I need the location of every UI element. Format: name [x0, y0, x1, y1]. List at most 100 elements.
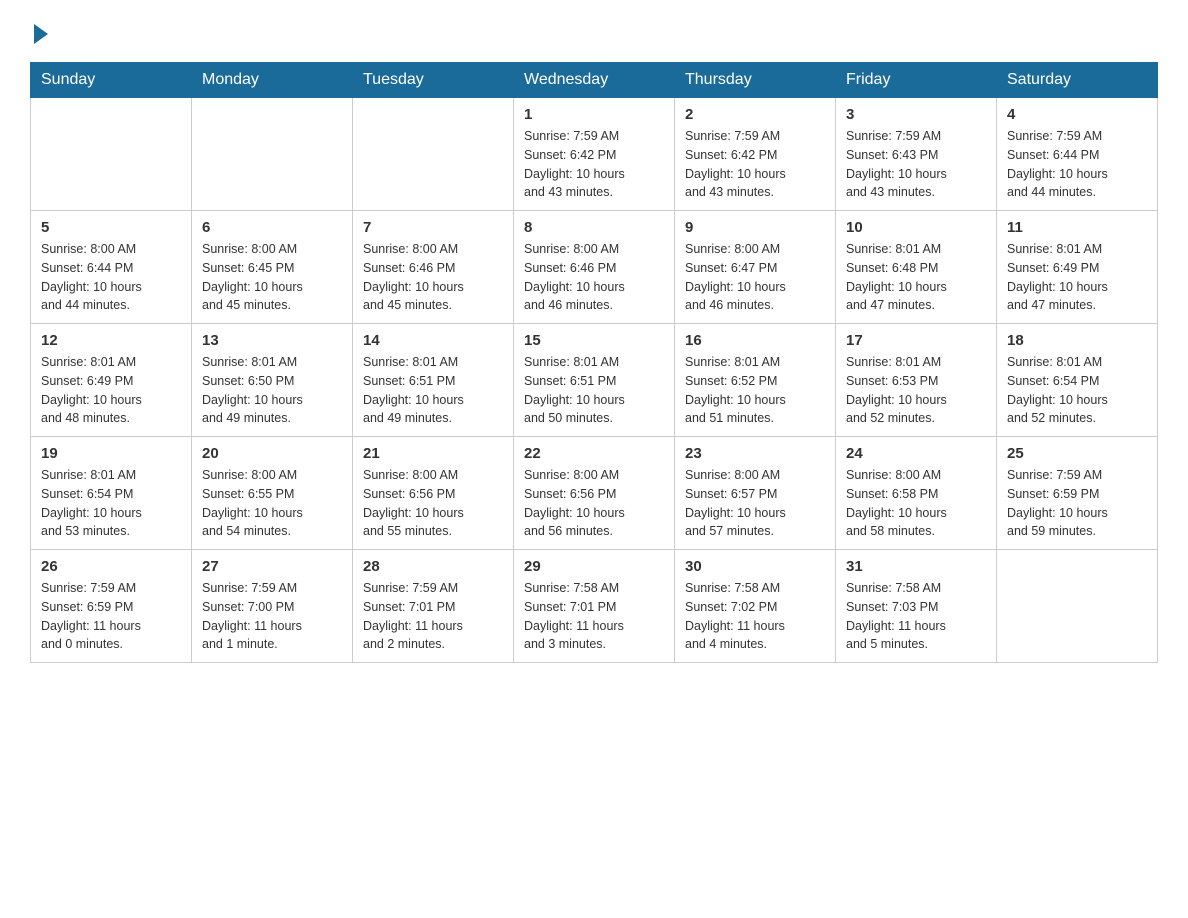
day-number: 15 [524, 332, 664, 349]
day-info: Sunrise: 7:58 AM Sunset: 7:01 PM Dayligh… [524, 579, 664, 654]
calendar-header-tuesday: Tuesday [353, 63, 514, 98]
day-number: 3 [846, 106, 986, 123]
calendar-header-wednesday: Wednesday [514, 63, 675, 98]
calendar-header-sunday: Sunday [31, 63, 192, 98]
calendar-cell: 10 Sunrise: 8:01 AM Sunset: 6:48 PM Dayli… [836, 211, 997, 324]
day-number: 7 [363, 219, 503, 236]
day-number: 2 [685, 106, 825, 123]
day-info: Sunrise: 8:00 AM Sunset: 6:46 PM Dayligh… [363, 240, 503, 315]
calendar-cell: 4 Sunrise: 7:59 AM Sunset: 6:44 PM Daylig… [997, 98, 1158, 211]
day-info: Sunrise: 8:00 AM Sunset: 6:45 PM Dayligh… [202, 240, 342, 315]
calendar-cell: 21Sunrise: 8:00 AM Sunset: 6:56 PM Dayli… [353, 437, 514, 550]
day-number: 8 [524, 219, 664, 236]
calendar-week-3: 12 Sunrise: 8:01 AM Sunset: 6:49 PM Dayli… [31, 324, 1158, 437]
calendar-week-2: 5 Sunrise: 8:00 AM Sunset: 6:44 PM Daylig… [31, 211, 1158, 324]
calendar-cell [353, 98, 514, 211]
calendar-cell: 29 Sunrise: 7:58 AM Sunset: 7:01 PM Dayli… [514, 550, 675, 663]
calendar-week-1: 1 Sunrise: 7:59 AM Sunset: 6:42 PM Daylig… [31, 98, 1158, 211]
day-info: Sunrise: 8:00 AM Sunset: 6:47 PM Dayligh… [685, 240, 825, 315]
logo-arrow-icon [34, 24, 48, 44]
day-info: Sunrise: 7:59 AM Sunset: 6:42 PM Dayligh… [524, 127, 664, 202]
calendar-cell: 6Sunrise: 8:00 AM Sunset: 6:45 PM Daylig… [192, 211, 353, 324]
page-header [30, 20, 1158, 42]
day-info: Sunrise: 7:59 AM Sunset: 6:43 PM Dayligh… [846, 127, 986, 202]
day-info: Sunrise: 8:01 AM Sunset: 6:48 PM Dayligh… [846, 240, 986, 315]
day-info: Sunrise: 8:00 AM Sunset: 6:46 PM Dayligh… [524, 240, 664, 315]
day-number: 23 [685, 445, 825, 462]
day-number: 12 [41, 332, 181, 349]
calendar-cell: 7 Sunrise: 8:00 AM Sunset: 6:46 PM Daylig… [353, 211, 514, 324]
day-info: Sunrise: 8:00 AM Sunset: 6:57 PM Dayligh… [685, 466, 825, 541]
calendar-cell [997, 550, 1158, 663]
calendar-cell: 5 Sunrise: 8:00 AM Sunset: 6:44 PM Daylig… [31, 211, 192, 324]
day-info: Sunrise: 7:59 AM Sunset: 6:59 PM Dayligh… [41, 579, 181, 654]
calendar-cell: 19 Sunrise: 8:01 AM Sunset: 6:54 PM Dayli… [31, 437, 192, 550]
day-info: Sunrise: 8:01 AM Sunset: 6:54 PM Dayligh… [41, 466, 181, 541]
day-number: 5 [41, 219, 181, 236]
calendar-cell: 31Sunrise: 7:58 AM Sunset: 7:03 PM Dayli… [836, 550, 997, 663]
day-info: Sunrise: 8:00 AM Sunset: 6:56 PM Dayligh… [524, 466, 664, 541]
day-number: 4 [1007, 106, 1147, 123]
calendar-week-5: 26 Sunrise: 7:59 AM Sunset: 6:59 PM Dayli… [31, 550, 1158, 663]
day-number: 14 [363, 332, 503, 349]
day-number: 9 [685, 219, 825, 236]
calendar-cell: 30 Sunrise: 7:58 AM Sunset: 7:02 PM Dayli… [675, 550, 836, 663]
day-number: 26 [41, 558, 181, 575]
calendar-cell: 1 Sunrise: 7:59 AM Sunset: 6:42 PM Daylig… [514, 98, 675, 211]
day-number: 10 [846, 219, 986, 236]
day-info: Sunrise: 8:01 AM Sunset: 6:53 PM Dayligh… [846, 353, 986, 428]
day-number: 19 [41, 445, 181, 462]
calendar-header-row: SundayMondayTuesdayWednesdayThursdayFrid… [31, 63, 1158, 98]
day-number: 30 [685, 558, 825, 575]
calendar-header-monday: Monday [192, 63, 353, 98]
logo [30, 20, 48, 42]
day-info: Sunrise: 8:00 AM Sunset: 6:58 PM Dayligh… [846, 466, 986, 541]
day-info: Sunrise: 7:59 AM Sunset: 7:01 PM Dayligh… [363, 579, 503, 654]
calendar-cell: 26 Sunrise: 7:59 AM Sunset: 6:59 PM Dayli… [31, 550, 192, 663]
calendar-cell: 13 Sunrise: 8:01 AM Sunset: 6:50 PM Dayli… [192, 324, 353, 437]
day-info: Sunrise: 8:01 AM Sunset: 6:51 PM Dayligh… [363, 353, 503, 428]
day-info: Sunrise: 8:01 AM Sunset: 6:49 PM Dayligh… [1007, 240, 1147, 315]
calendar-cell: 25Sunrise: 7:59 AM Sunset: 6:59 PM Dayli… [997, 437, 1158, 550]
calendar-cell: 11Sunrise: 8:01 AM Sunset: 6:49 PM Dayli… [997, 211, 1158, 324]
day-number: 20 [202, 445, 342, 462]
calendar-cell: 27Sunrise: 7:59 AM Sunset: 7:00 PM Dayli… [192, 550, 353, 663]
day-number: 1 [524, 106, 664, 123]
day-number: 29 [524, 558, 664, 575]
day-info: Sunrise: 8:01 AM Sunset: 6:51 PM Dayligh… [524, 353, 664, 428]
calendar-cell: 9 Sunrise: 8:00 AM Sunset: 6:47 PM Daylig… [675, 211, 836, 324]
day-number: 28 [363, 558, 503, 575]
day-info: Sunrise: 8:00 AM Sunset: 6:55 PM Dayligh… [202, 466, 342, 541]
day-number: 16 [685, 332, 825, 349]
day-info: Sunrise: 8:01 AM Sunset: 6:49 PM Dayligh… [41, 353, 181, 428]
day-info: Sunrise: 8:01 AM Sunset: 6:52 PM Dayligh… [685, 353, 825, 428]
day-info: Sunrise: 7:59 AM Sunset: 6:44 PM Dayligh… [1007, 127, 1147, 202]
calendar-cell: 23 Sunrise: 8:00 AM Sunset: 6:57 PM Dayli… [675, 437, 836, 550]
calendar-cell: 24Sunrise: 8:00 AM Sunset: 6:58 PM Dayli… [836, 437, 997, 550]
calendar-table: SundayMondayTuesdayWednesdayThursdayFrid… [30, 62, 1158, 663]
calendar-cell: 22 Sunrise: 8:00 AM Sunset: 6:56 PM Dayli… [514, 437, 675, 550]
calendar-cell: 2 Sunrise: 7:59 AM Sunset: 6:42 PM Daylig… [675, 98, 836, 211]
day-info: Sunrise: 7:59 AM Sunset: 6:42 PM Dayligh… [685, 127, 825, 202]
calendar-cell: 15 Sunrise: 8:01 AM Sunset: 6:51 PM Dayli… [514, 324, 675, 437]
calendar-cell: 12 Sunrise: 8:01 AM Sunset: 6:49 PM Dayli… [31, 324, 192, 437]
day-info: Sunrise: 7:58 AM Sunset: 7:02 PM Dayligh… [685, 579, 825, 654]
day-number: 13 [202, 332, 342, 349]
day-info: Sunrise: 8:01 AM Sunset: 6:54 PM Dayligh… [1007, 353, 1147, 428]
day-number: 18 [1007, 332, 1147, 349]
day-info: Sunrise: 8:01 AM Sunset: 6:50 PM Dayligh… [202, 353, 342, 428]
calendar-header-thursday: Thursday [675, 63, 836, 98]
calendar-cell: 3 Sunrise: 7:59 AM Sunset: 6:43 PM Daylig… [836, 98, 997, 211]
day-info: Sunrise: 7:59 AM Sunset: 7:00 PM Dayligh… [202, 579, 342, 654]
calendar-cell [31, 98, 192, 211]
day-number: 25 [1007, 445, 1147, 462]
day-number: 22 [524, 445, 664, 462]
calendar-cell: 14 Sunrise: 8:01 AM Sunset: 6:51 PM Dayli… [353, 324, 514, 437]
calendar-cell: 28 Sunrise: 7:59 AM Sunset: 7:01 PM Dayli… [353, 550, 514, 663]
calendar-header-friday: Friday [836, 63, 997, 98]
calendar-cell: 20 Sunrise: 8:00 AM Sunset: 6:55 PM Dayli… [192, 437, 353, 550]
day-info: Sunrise: 8:00 AM Sunset: 6:44 PM Dayligh… [41, 240, 181, 315]
calendar-header-saturday: Saturday [997, 63, 1158, 98]
calendar-cell: 8 Sunrise: 8:00 AM Sunset: 6:46 PM Daylig… [514, 211, 675, 324]
calendar-cell: 17Sunrise: 8:01 AM Sunset: 6:53 PM Dayli… [836, 324, 997, 437]
